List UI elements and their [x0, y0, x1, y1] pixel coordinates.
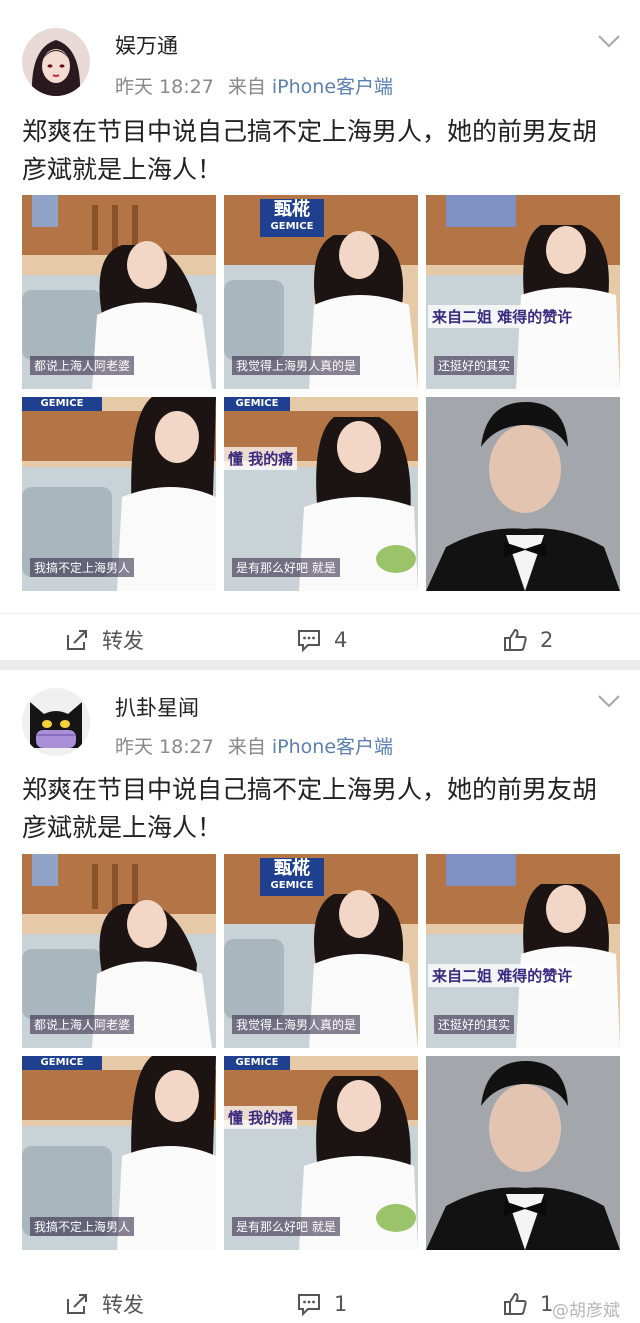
photo-thumbnail[interactable]: 来自二姐 难得的赞许 还挺好的其实	[426, 195, 620, 389]
post-card: 扒卦星闻 昨天 18:27 来自 iPhone客户端 郑爽在节目中说自己搞不定上…	[0, 670, 640, 1323]
comment-button[interactable]: 4	[296, 624, 347, 656]
thumbs-up-icon	[504, 1292, 527, 1315]
photo-thumbnail[interactable]: GEMICE 懂 我的痛 是有那么好吧 就是	[224, 1056, 418, 1250]
photo-caption: 我搞不定上海男人	[30, 558, 135, 577]
divider	[0, 613, 640, 614]
brand-sign: 甄椛 GEMICE	[260, 199, 324, 237]
chevron-down-icon[interactable]	[596, 32, 622, 50]
brand-sign: GEMICE	[224, 1056, 290, 1070]
brand-sign: 甄椛 GEMICE	[260, 858, 324, 896]
like-button[interactable]: 2	[502, 624, 553, 656]
repost-button[interactable]: 转发	[64, 1288, 144, 1320]
photo-caption: 是有那么好吧 就是	[232, 1217, 340, 1236]
share-icon	[67, 630, 87, 650]
chevron-down-icon[interactable]	[596, 692, 622, 710]
photo-thumbnail[interactable]	[426, 397, 620, 591]
share-icon	[67, 1294, 87, 1314]
photo-overlay-text: 来自二姐 难得的赞许	[428, 305, 577, 328]
post-card: 娱万通 昨天 18:27 来自 iPhone客户端 郑爽在节目中说自己搞不定上海…	[0, 0, 640, 660]
photo-thumbnail[interactable]: 都说上海人阿老婆	[22, 195, 216, 389]
post-time: 昨天 18:27	[115, 76, 214, 98]
watermark: @胡彦斌	[552, 1301, 620, 1321]
photo-caption: 是有那么好吧 就是	[232, 558, 340, 577]
post-meta: 昨天 18:27 来自 iPhone客户端	[115, 72, 393, 99]
photo-thumbnail[interactable]: GEMICE 我搞不定上海男人	[22, 397, 216, 591]
photo-overlay-text: 懂 我的痛	[224, 1106, 298, 1129]
repost-label: 转发	[102, 629, 144, 653]
username[interactable]: 娱万通	[115, 30, 178, 60]
brand-sign: GEMICE	[224, 397, 290, 411]
photo-thumbnail[interactable]: 甄椛 GEMICE 我觉得上海男人真的是	[224, 195, 418, 389]
photo-thumbnail[interactable]: 甄椛 GEMICE 我觉得上海男人真的是	[224, 854, 418, 1048]
source-link[interactable]: iPhone客户端	[272, 736, 393, 758]
username[interactable]: 扒卦星闻	[115, 692, 199, 722]
photo-caption: 我觉得上海男人真的是	[232, 1015, 361, 1034]
photo-overlay-text: 懂 我的痛	[224, 447, 298, 470]
photo-caption: 我搞不定上海男人	[30, 1217, 135, 1236]
photo-caption: 我觉得上海男人真的是	[232, 356, 361, 375]
photo-thumbnail[interactable]	[426, 1056, 620, 1250]
photo-thumbnail[interactable]: GEMICE 我搞不定上海男人	[22, 1056, 216, 1250]
action-bar: 转发 1 1	[0, 1282, 640, 1323]
source-link[interactable]: iPhone客户端	[272, 76, 393, 98]
avatar[interactable]	[22, 688, 90, 756]
photo-thumbnail[interactable]: 来自二姐 难得的赞许 还挺好的其实	[426, 854, 620, 1048]
avatar[interactable]	[22, 28, 90, 96]
post-meta: 昨天 18:27 来自 iPhone客户端	[115, 732, 393, 759]
photo-thumbnail[interactable]: 都说上海人阿老婆	[22, 854, 216, 1048]
comment-icon	[298, 630, 320, 653]
brand-sign: GEMICE	[22, 397, 102, 411]
weibo-feed: 娱万通 昨天 18:27 来自 iPhone客户端 郑爽在节目中说自己搞不定上海…	[0, 0, 640, 1323]
photo-caption: 还挺好的其实	[434, 356, 515, 375]
repost-label: 转发	[102, 1293, 144, 1317]
photo-caption: 还挺好的其实	[434, 1015, 515, 1034]
brand-sign: GEMICE	[22, 1056, 102, 1070]
post-text: 郑爽在节目中说自己搞不定上海男人，她的前男友胡彦斌就是上海人！	[22, 117, 598, 184]
comment-count: 4	[334, 628, 348, 652]
source-prefix: 来自	[227, 736, 266, 758]
photo-caption: 都说上海人阿老婆	[30, 1015, 135, 1034]
like-count: 2	[540, 628, 554, 652]
action-bar: 转发 4 2	[0, 618, 640, 662]
photo-overlay-text: 来自二姐 难得的赞许	[428, 964, 577, 987]
thumbs-up-icon	[504, 628, 527, 651]
photo-thumbnail[interactable]: GEMICE 懂 我的痛 是有那么好吧 就是	[224, 397, 418, 591]
comment-icon	[298, 1294, 320, 1317]
post-text: 郑爽在节目中说自己搞不定上海男人，她的前男友胡彦斌就是上海人！	[22, 775, 598, 842]
like-button[interactable]: 1	[502, 1288, 553, 1320]
repost-button[interactable]: 转发	[64, 624, 144, 656]
source-prefix: 来自	[227, 76, 266, 98]
photo-grid: 都说上海人阿老婆 甄椛 GEMICE 我觉得上海男人真的是 来自二姐 难得的赞许…	[22, 195, 620, 593]
photo-caption: 都说上海人阿老婆	[30, 356, 135, 375]
comment-button[interactable]: 1	[296, 1288, 347, 1320]
post-time: 昨天 18:27	[115, 736, 214, 758]
photo-grid: 都说上海人阿老婆 甄椛 GEMICE 我觉得上海男人真的是 来自二姐 难得的赞许…	[22, 854, 620, 1252]
comment-count: 1	[334, 1292, 348, 1316]
